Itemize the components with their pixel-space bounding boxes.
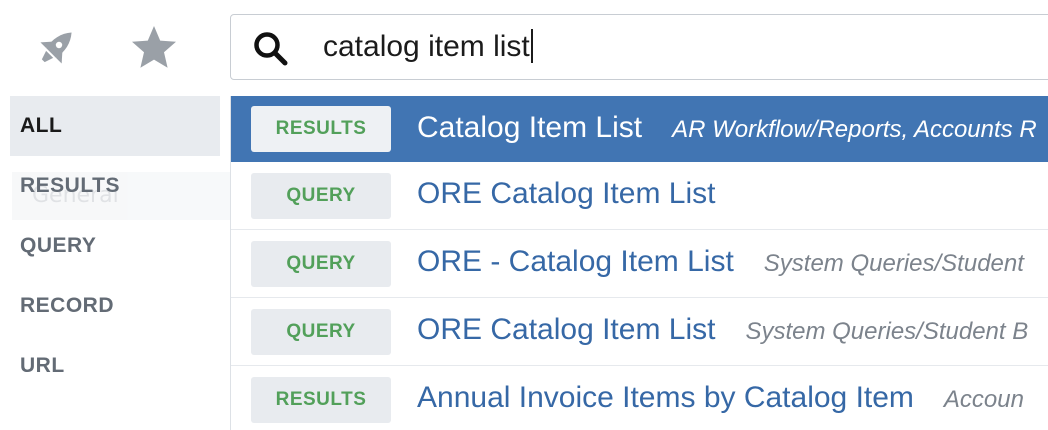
filter-query[interactable]: QUERY: [10, 216, 220, 276]
text-caret: [530, 29, 533, 64]
filter-all[interactable]: ALL: [10, 96, 220, 156]
result-path: Accoun: [943, 386, 1024, 413]
result-title-wrap: Catalog Item List AR Workflow/Reports, Ac…: [417, 108, 1037, 150]
result-item[interactable]: RESULTS Catalog Item List AR Workflow/Rep…: [231, 96, 1048, 162]
result-title-wrap: ORE - Catalog Item List System Queries/St…: [417, 242, 1024, 284]
result-item[interactable]: QUERY ORE Catalog Item List: [231, 162, 1048, 230]
filter-list: ALL RESULTS QUERY RECORD URL: [10, 96, 220, 396]
star-icon[interactable]: [128, 22, 180, 74]
result-type-badge: QUERY: [251, 309, 391, 355]
result-title: Catalog Item List: [417, 111, 643, 144]
filter-results[interactable]: RESULTS: [10, 156, 220, 216]
result-path: System Queries/Student: [763, 250, 1024, 277]
filter-url[interactable]: URL: [10, 336, 220, 396]
result-title-wrap: Annual Invoice Items by Catalog Item Acco…: [417, 378, 1024, 420]
filter-record[interactable]: RECORD: [10, 276, 220, 336]
result-title: ORE Catalog Item List: [417, 177, 716, 210]
results-list: RESULTS Catalog Item List AR Workflow/Rep…: [230, 96, 1048, 430]
search-input[interactable]: catalog item list: [323, 27, 533, 67]
result-path: AR Workflow/Reports, Accounts R: [672, 116, 1037, 143]
result-type-badge: RESULTS: [251, 106, 391, 152]
result-item[interactable]: QUERY ORE - Catalog Item List System Quer…: [231, 230, 1048, 298]
rocket-icon[interactable]: [30, 22, 82, 74]
result-item[interactable]: QUERY ORE Catalog Item List System Querie…: [231, 298, 1048, 366]
result-type-badge: QUERY: [251, 241, 391, 287]
search-icon: [251, 29, 291, 69]
search-bar[interactable]: catalog item list: [230, 14, 1048, 80]
result-title: ORE - Catalog Item List: [417, 245, 734, 278]
result-type-badge: RESULTS: [251, 377, 391, 423]
result-path: System Queries/Student B: [745, 318, 1029, 345]
result-title: Annual Invoice Items by Catalog Item: [417, 381, 914, 414]
app-window: TABS General Ge ID DESCRIPTION School St…: [0, 0, 1048, 430]
result-title-wrap: ORE Catalog Item List: [417, 174, 745, 216]
result-title: ORE Catalog Item List: [417, 313, 716, 346]
search-query-text: catalog item list: [323, 30, 530, 63]
result-type-badge: QUERY: [251, 173, 391, 219]
result-item[interactable]: RESULTS Annual Invoice Items by Catalog …: [231, 366, 1048, 430]
result-title-wrap: ORE Catalog Item List System Queries/Stud…: [417, 310, 1028, 352]
